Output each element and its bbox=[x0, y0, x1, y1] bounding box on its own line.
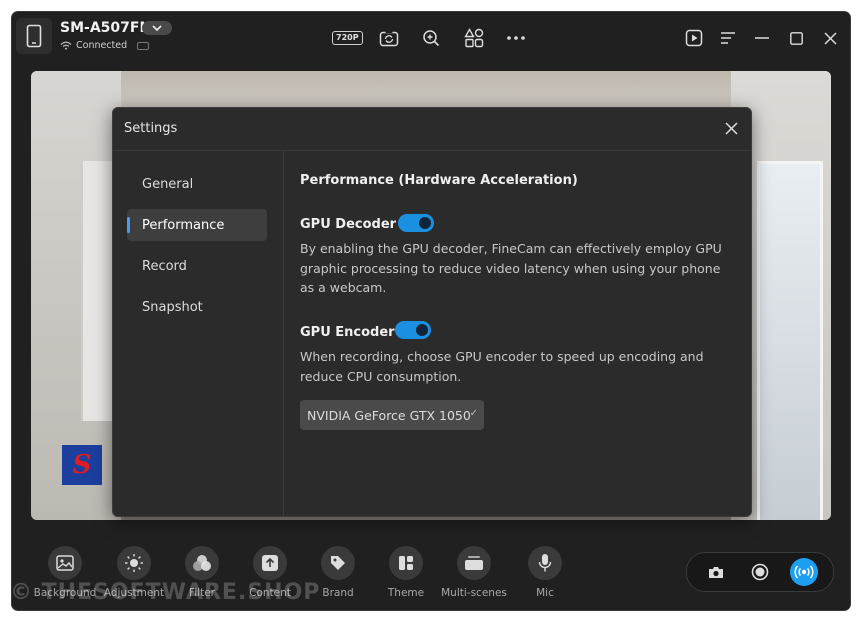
tag-icon bbox=[331, 556, 345, 570]
live-button[interactable] bbox=[790, 558, 818, 586]
gpu-decoder-toggle[interactable] bbox=[398, 214, 434, 232]
tool-mic[interactable]: Mic bbox=[510, 546, 580, 599]
nav-record[interactable]: Record bbox=[127, 250, 267, 282]
maximize-button[interactable] bbox=[784, 26, 808, 50]
gpu-encoder-select[interactable]: NVIDIA GeForce GTX 1050 ✓ bbox=[300, 400, 484, 430]
watermark: © THESOFTWARE.SHOP bbox=[10, 580, 321, 605]
sun-icon bbox=[125, 554, 143, 572]
zoom-in-icon bbox=[423, 30, 440, 47]
title-bar: SM-A507FN Connected 720P bbox=[12, 12, 850, 66]
wifi-icon bbox=[60, 41, 72, 50]
resolution-badge: 720P bbox=[332, 31, 363, 45]
apps-icon bbox=[464, 28, 484, 48]
tool-label: Theme bbox=[387, 587, 425, 599]
snapshot-button[interactable] bbox=[702, 558, 730, 586]
layout-icon bbox=[399, 556, 413, 570]
close-icon bbox=[724, 121, 738, 135]
play-icon bbox=[685, 29, 703, 47]
image-icon bbox=[56, 555, 74, 571]
play-button[interactable] bbox=[682, 26, 706, 50]
close-icon bbox=[823, 31, 837, 45]
filter-icon bbox=[193, 555, 211, 571]
tool-label: Brand bbox=[322, 587, 354, 599]
record-icon bbox=[751, 563, 769, 581]
nav-snapshot[interactable]: Snapshot bbox=[127, 291, 267, 323]
more-icon bbox=[507, 36, 525, 40]
dialog-header: Settings bbox=[113, 108, 751, 151]
capture-controls bbox=[686, 552, 834, 592]
tool-label: Multi-scenes bbox=[441, 587, 507, 599]
settings-dialog: Settings General Performance Record Snap… bbox=[112, 107, 752, 517]
minimize-button[interactable] bbox=[750, 26, 774, 50]
chevron-down-icon: ✓ bbox=[469, 408, 478, 419]
rotate-camera-icon bbox=[379, 30, 399, 47]
gpu-encoder-toggle[interactable] bbox=[395, 321, 431, 339]
mic-icon bbox=[538, 554, 552, 572]
record-button[interactable] bbox=[746, 558, 774, 586]
rotate-camera-button[interactable] bbox=[378, 26, 400, 50]
minimize-icon bbox=[755, 37, 769, 39]
device-dropdown[interactable] bbox=[142, 21, 172, 35]
settings-nav: General Performance Record Snapshot bbox=[113, 151, 284, 516]
gpu-encoder-label: GPU Encoder bbox=[300, 325, 395, 340]
zoom-in-button[interactable] bbox=[420, 26, 442, 50]
menu-button[interactable] bbox=[716, 26, 740, 50]
nav-general[interactable]: General bbox=[127, 168, 267, 200]
menu-icon bbox=[721, 32, 735, 44]
tool-multi-scenes[interactable]: Multi-scenes bbox=[439, 546, 509, 599]
device-button[interactable] bbox=[16, 18, 52, 54]
gpu-decoder-label: GPU Decoder bbox=[300, 217, 397, 232]
resolution-button[interactable]: 720P bbox=[332, 26, 363, 50]
finecam-window: SM-A507FN Connected 720P S Settings Gene… bbox=[12, 12, 850, 610]
gpu-encoder-select-value: NVIDIA GeForce GTX 1050 bbox=[307, 407, 471, 423]
tool-theme[interactable]: Theme bbox=[371, 546, 441, 599]
close-button[interactable] bbox=[818, 26, 842, 50]
apps-button[interactable] bbox=[463, 26, 485, 50]
phone-icon bbox=[26, 24, 42, 48]
section-title: Performance (Hardware Acceleration) bbox=[300, 173, 578, 188]
camera-icon bbox=[709, 566, 723, 578]
battery-icon bbox=[137, 41, 150, 50]
more-button[interactable] bbox=[505, 26, 527, 50]
gpu-decoder-description: By enabling the GPU decoder, FineCam can… bbox=[300, 241, 722, 295]
brand-logo: S bbox=[62, 445, 102, 485]
chevron-down-icon bbox=[152, 25, 162, 31]
nav-performance[interactable]: Performance bbox=[127, 209, 267, 241]
upload-icon bbox=[262, 555, 278, 571]
dialog-close-button[interactable] bbox=[721, 118, 741, 138]
device-name: SM-A507FN bbox=[60, 20, 152, 36]
preview-ceiling bbox=[31, 71, 831, 111]
scenes-icon bbox=[465, 556, 483, 570]
connection-label: Connected bbox=[76, 40, 128, 51]
live-icon bbox=[794, 565, 814, 579]
connection-status: Connected bbox=[60, 40, 150, 51]
tool-label: Mic bbox=[536, 587, 554, 599]
preview-window bbox=[757, 161, 823, 520]
gpu-encoder-description: When recording, choose GPU encoder to sp… bbox=[300, 349, 704, 384]
maximize-icon bbox=[789, 31, 803, 45]
dialog-title: Settings bbox=[124, 121, 178, 136]
